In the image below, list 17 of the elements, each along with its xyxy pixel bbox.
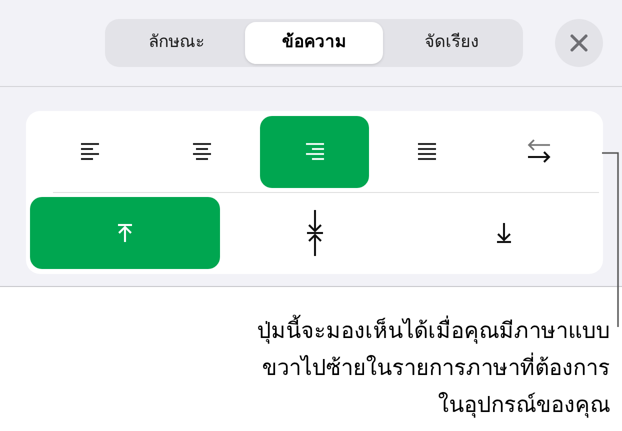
close-icon xyxy=(569,33,589,53)
tab[interactable]: จัดเรียง xyxy=(382,22,520,64)
align-top-icon xyxy=(116,223,134,243)
text-direction-icon xyxy=(526,139,552,165)
align-right-icon xyxy=(304,142,324,162)
callout-text: ในอุปกรณ์ของคุณ xyxy=(438,391,610,420)
tab[interactable]: ลักษณะ xyxy=(108,22,246,64)
align-left-icon xyxy=(80,142,100,162)
justify-icon xyxy=(416,142,437,162)
callout-text: ขวาไปซ้ายในรายการภาษาที่ต้องการ xyxy=(262,350,610,387)
align-center-icon xyxy=(192,142,212,162)
close-button[interactable] xyxy=(555,19,603,67)
align-bottom-icon xyxy=(495,222,514,244)
tab[interactable]: ข้อความ xyxy=(245,22,383,64)
alignment-button[interactable] xyxy=(260,116,369,188)
align-middle-icon xyxy=(306,209,324,257)
callout-text: ปุ่มนี้จะมองเห็นได้เมื่อคุณมีภาษาแบบ xyxy=(257,313,610,350)
